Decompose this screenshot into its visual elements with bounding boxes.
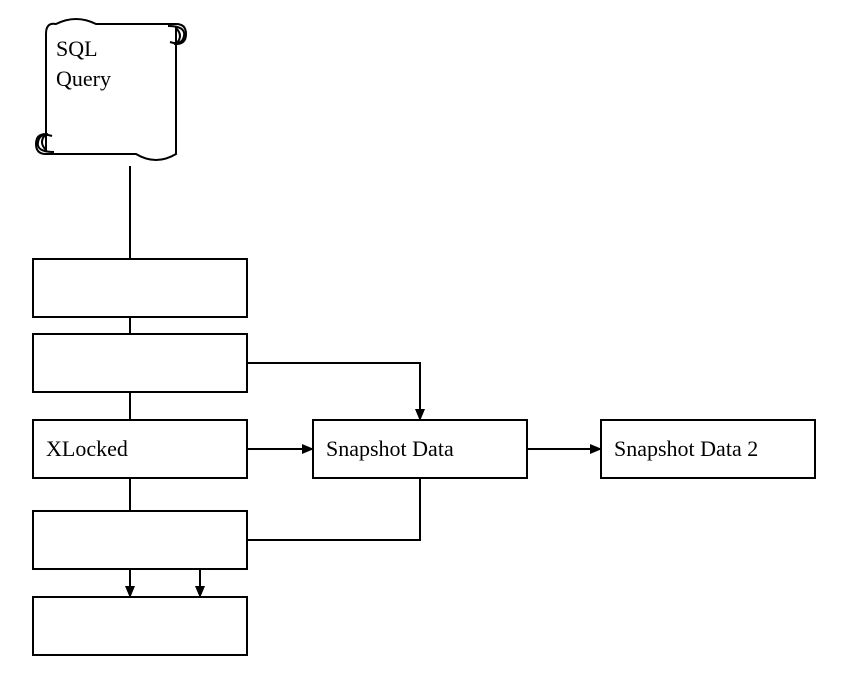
xlocked-label: XLocked bbox=[46, 436, 128, 462]
flow-box-2 bbox=[32, 333, 248, 393]
flow-box-1 bbox=[32, 258, 248, 318]
snapshot-data-2-label: Snapshot Data 2 bbox=[614, 436, 758, 462]
flow-box-7 bbox=[32, 596, 248, 656]
sql-query-scroll: SQL Query bbox=[36, 14, 186, 164]
scroll-label-line2: Query bbox=[56, 64, 111, 94]
snapshot-data-2-box: Snapshot Data 2 bbox=[600, 419, 816, 479]
xlocked-box: XLocked bbox=[32, 419, 248, 479]
snapshot-data-box: Snapshot Data bbox=[312, 419, 528, 479]
scroll-label-line1: SQL bbox=[56, 34, 111, 64]
snapshot-data-label: Snapshot Data bbox=[326, 436, 454, 462]
flow-box-6 bbox=[32, 510, 248, 570]
